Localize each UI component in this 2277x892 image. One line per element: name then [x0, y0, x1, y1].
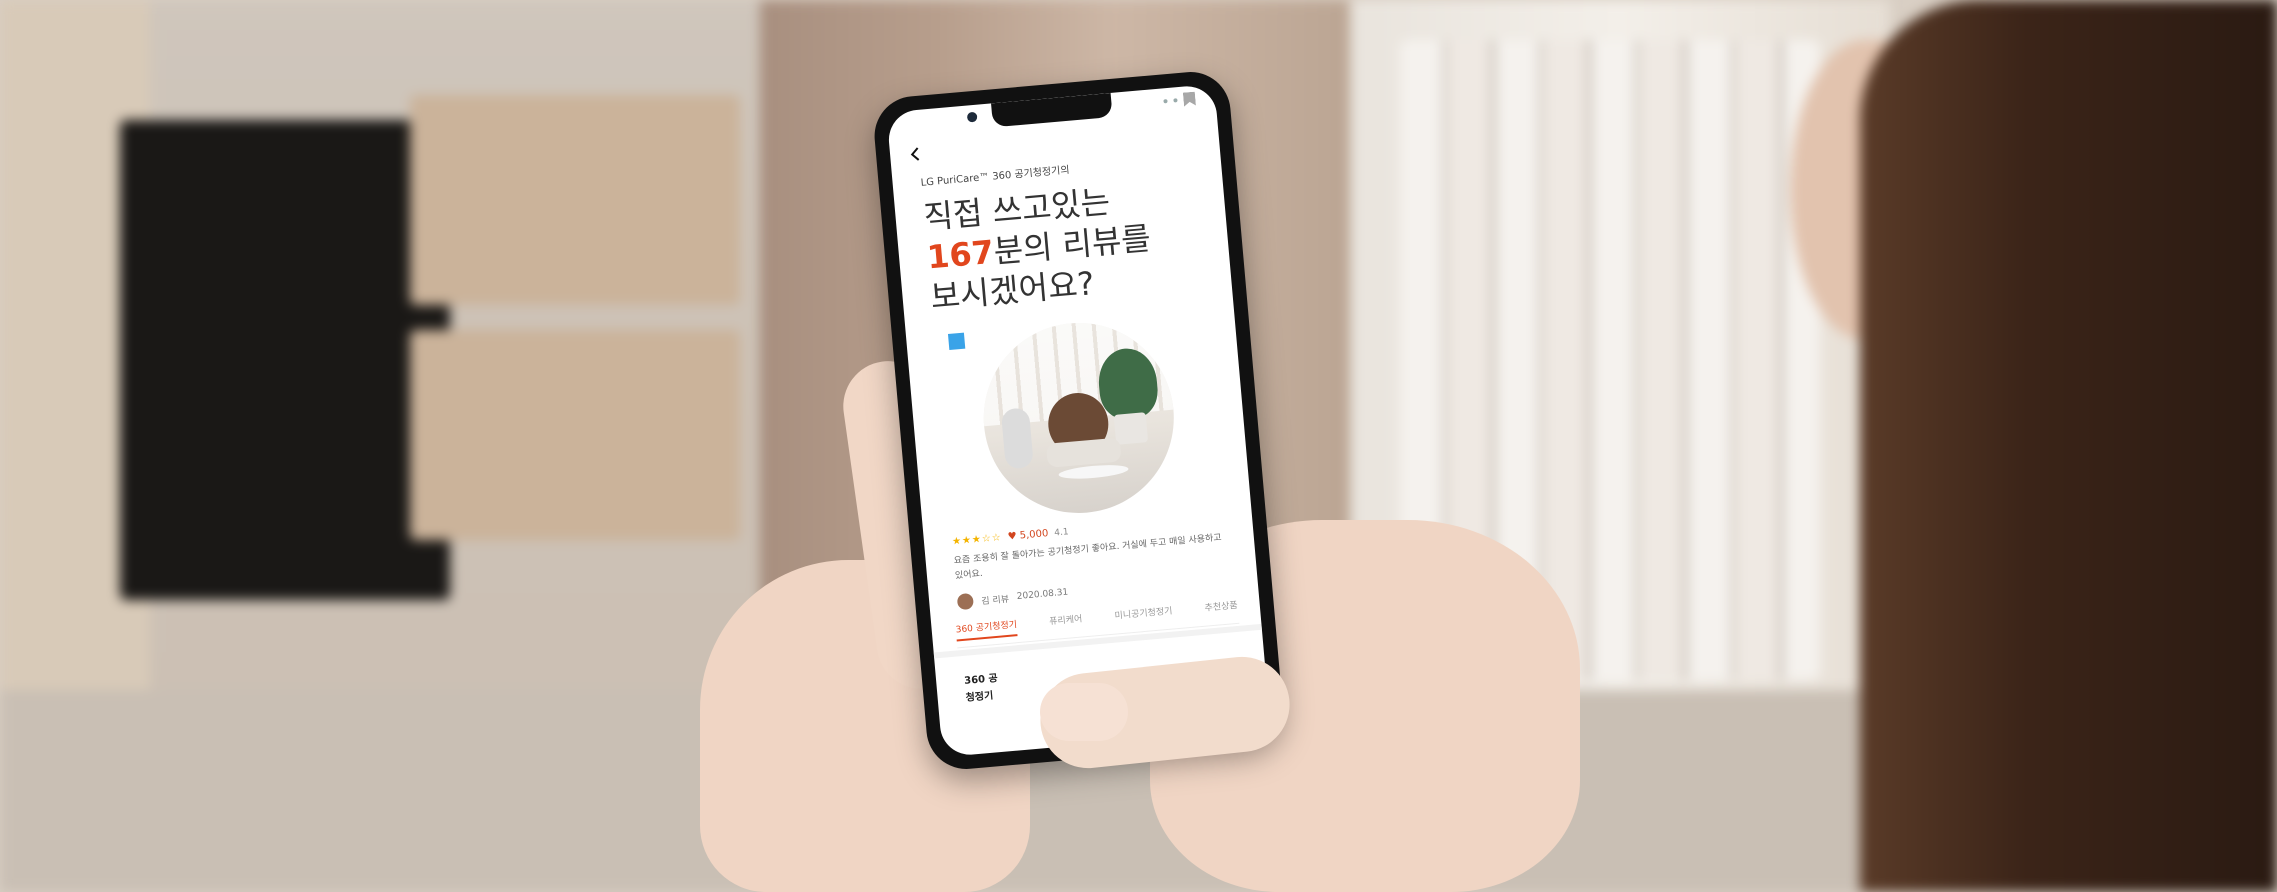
- back-chevron-svg: [910, 147, 920, 161]
- menu-dot: [1163, 99, 1168, 104]
- status-area: [1155, 92, 1196, 109]
- bookmark-icon[interactable]: [1183, 92, 1196, 107]
- author-name: 김 리뷰: [980, 594, 1010, 607]
- front-camera-icon: [966, 111, 978, 123]
- tab-recommend[interactable]: 추천상품: [1204, 598, 1239, 620]
- photo-seat-cushion: [1045, 437, 1122, 468]
- avatar: [956, 592, 975, 611]
- back-chevron-icon[interactable]: [908, 145, 925, 162]
- product-breadcrumb: LG PuriCare™ 360 공기청정기의: [920, 164, 1071, 189]
- rating-label: 4.1: [1053, 526, 1070, 539]
- tab-mini[interactable]: 미니공기청정기: [1114, 604, 1173, 628]
- wood-drawer-bottom: [410, 330, 740, 540]
- photo-air-purifier: [1000, 407, 1034, 470]
- author-row: 김 리뷰 2020.08.31: [956, 585, 1069, 611]
- review-photo[interactable]: [975, 315, 1182, 521]
- phone-screen: LG PuriCare™ 360 공기청정기의 직접 쓰고있는 167분의 리뷰…: [886, 83, 1271, 758]
- photo-plant-pot: [1113, 412, 1149, 445]
- star-rating: ★★★☆☆: [951, 532, 1003, 548]
- tab-puricare[interactable]: 퓨리케어: [1049, 611, 1084, 633]
- tab-360[interactable]: 360 공기청정기: [955, 617, 1019, 642]
- review-date: 2020.08.31: [1016, 587, 1069, 603]
- page-headline: 직접 쓰고있는 167분의 리뷰를 보시겠어요?: [922, 173, 1212, 317]
- person-hair: [1860, 0, 2277, 892]
- brand-badge-icon: [947, 332, 966, 350]
- tv-cabinet: [120, 120, 450, 600]
- section-title-line-1: 360 공: [963, 673, 999, 687]
- wood-drawer-top: [410, 95, 740, 305]
- likes-count[interactable]: ♥ 5,000: [1007, 528, 1049, 543]
- photo-scene: LG PuriCare™ 360 공기청정기의 직접 쓰고있는 167분의 리뷰…: [0, 0, 2277, 892]
- menu-dot: [1173, 98, 1178, 103]
- phone-notch: [990, 93, 1113, 128]
- thumb-nail: [1040, 683, 1128, 741]
- section-title-line-2: 청정기: [965, 690, 994, 704]
- review-count: 167: [925, 232, 996, 277]
